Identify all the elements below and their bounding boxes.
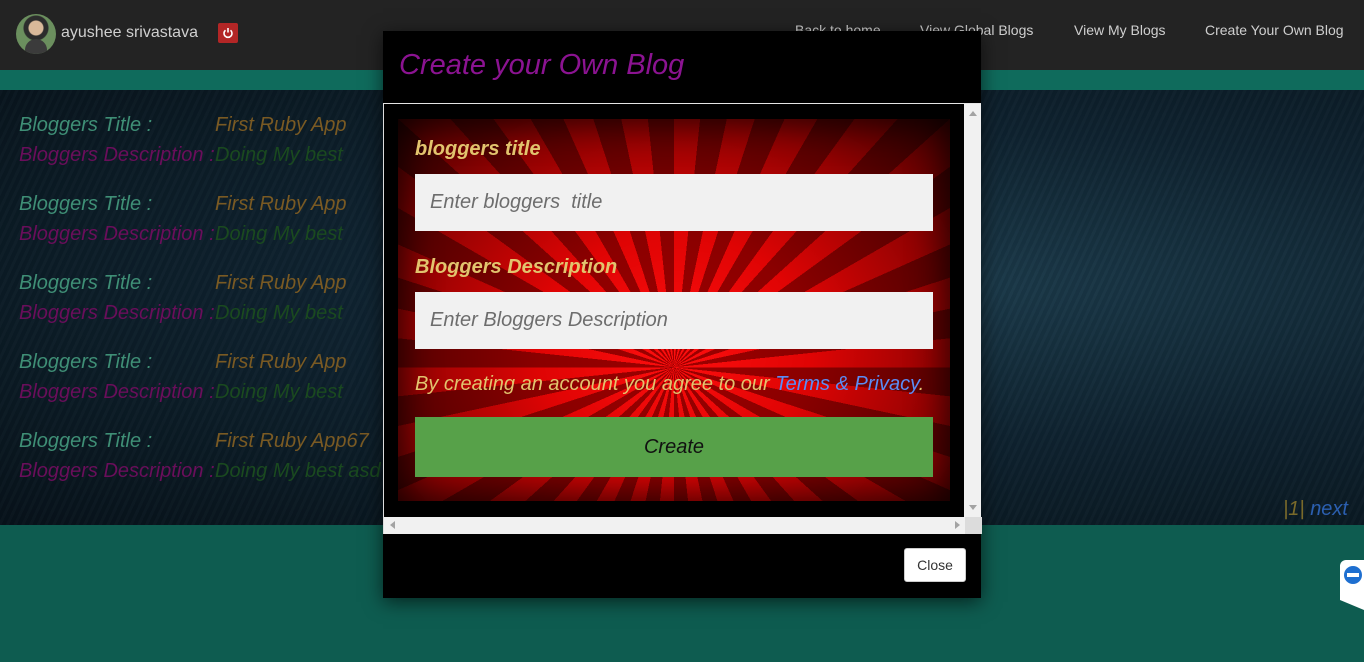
next-page-link[interactable]: next <box>1310 498 1348 520</box>
blog-title-label: Bloggers Title : <box>19 114 153 136</box>
blog-title: First Ruby App67 <box>215 430 369 452</box>
blog-title-label: Bloggers Title : <box>19 193 153 215</box>
blog-description-label: Bloggers Description : <box>19 381 215 403</box>
support-widget-tab[interactable] <box>1340 560 1364 610</box>
scroll-down-arrow-icon[interactable] <box>969 505 977 510</box>
current-page: |1| <box>1283 498 1305 520</box>
terms-notice: By creating an account you agree to our … <box>415 373 924 396</box>
blog-description-label: Bloggers Description : <box>19 223 215 245</box>
modal-title: Create your Own Blog <box>399 49 685 81</box>
vertical-scrollbar[interactable] <box>964 104 981 517</box>
blog-title-label: Bloggers Title : <box>19 351 153 373</box>
blog-description: Doing My best <box>215 381 343 403</box>
blog-title-label: Bloggers Title : <box>19 430 153 452</box>
blog-title: First Ruby App <box>215 114 347 136</box>
nav-view-my-blogs[interactable]: View My Blogs <box>1074 22 1166 38</box>
blog-title: First Ruby App <box>215 272 347 294</box>
blog-description: Doing My best <box>215 223 343 245</box>
scrollbar-corner <box>965 517 982 534</box>
blog-description: Doing My best <box>215 144 343 166</box>
blog-form: bloggers title Bloggers Description By c… <box>398 119 950 501</box>
power-icon[interactable] <box>218 23 238 43</box>
blog-description: Doing My best asd <box>215 460 381 482</box>
create-blog-modal: Create your Own Blog bloggers title Blog… <box>383 31 982 598</box>
scroll-right-arrow-icon[interactable] <box>955 521 960 529</box>
description-field-label: Bloggers Description <box>415 256 618 278</box>
username: ayushee srivastava <box>61 24 198 41</box>
create-button[interactable]: Create <box>415 417 933 477</box>
blog-title: First Ruby App <box>215 193 347 215</box>
blog-description-label: Bloggers Description : <box>19 144 215 166</box>
description-input[interactable] <box>415 292 933 349</box>
blog-description-label: Bloggers Description : <box>19 460 215 482</box>
blog-title: First Ruby App <box>215 351 347 373</box>
scroll-up-arrow-icon[interactable] <box>969 111 977 116</box>
remote-support-icon <box>1344 566 1362 584</box>
blog-description: Doing My best <box>215 302 343 324</box>
pagination: |1| next <box>1283 498 1348 521</box>
blog-title-label: Bloggers Title : <box>19 272 153 294</box>
blog-description-label: Bloggers Description : <box>19 302 215 324</box>
avatar[interactable] <box>16 14 56 54</box>
terms-privacy-link[interactable]: Terms & Privacy <box>775 373 918 395</box>
scroll-left-arrow-icon[interactable] <box>390 521 395 529</box>
modal-body: bloggers title Bloggers Description By c… <box>383 104 982 534</box>
terms-end: . <box>918 373 925 395</box>
close-button[interactable]: Close <box>904 548 966 582</box>
title-field-label: bloggers title <box>415 138 541 160</box>
terms-text: By creating an account you agree to our <box>415 373 776 395</box>
horizontal-scrollbar[interactable] <box>384 517 982 534</box>
title-input[interactable] <box>415 174 933 231</box>
nav-create-your-own-blog[interactable]: Create Your Own Blog <box>1205 22 1344 38</box>
